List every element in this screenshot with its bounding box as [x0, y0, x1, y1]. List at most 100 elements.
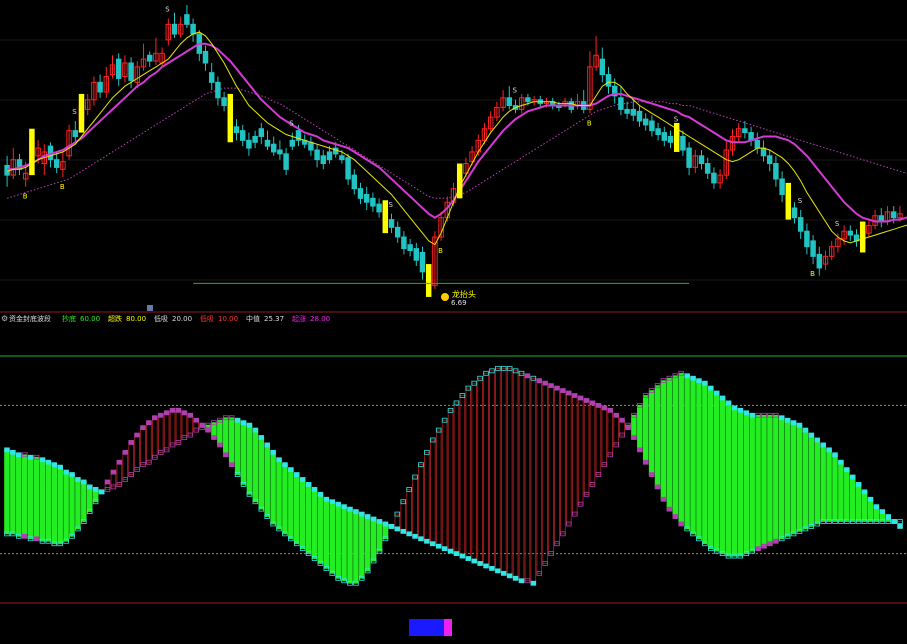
candle-body	[698, 155, 705, 165]
osc-line-marker	[193, 417, 199, 423]
osc-histogram-marker	[802, 427, 809, 433]
signal-candle	[673, 122, 680, 152]
candle-body	[171, 23, 178, 35]
osc-histogram-marker	[4, 447, 10, 453]
osc-bar	[122, 451, 129, 480]
osc-bar	[471, 382, 477, 562]
osc-bar	[554, 387, 560, 545]
osc-histogram-marker	[75, 477, 81, 482]
osc-bar	[27, 456, 34, 540]
osc-histogram-marker	[749, 412, 755, 418]
sell-marker: S	[798, 197, 803, 205]
settings-icon[interactable]: ⚙	[1, 314, 8, 323]
candle-body	[339, 155, 345, 161]
osc-bar	[495, 367, 501, 572]
osc-histogram-marker	[489, 566, 495, 571]
osc-histogram-marker	[784, 417, 791, 423]
candle-body	[233, 126, 240, 134]
osc-histogram-marker	[495, 568, 501, 574]
osc-line-marker	[223, 452, 229, 458]
time-cursor-marker[interactable]	[147, 305, 153, 311]
candle-body	[53, 159, 60, 168]
osc-bar	[335, 503, 341, 579]
osc-bar	[506, 367, 513, 577]
annotation-marker-icon	[441, 293, 449, 301]
osc-bar	[660, 380, 667, 500]
osc-line-marker	[571, 393, 578, 398]
osc-bar	[548, 385, 554, 555]
osc-bar	[601, 407, 608, 466]
osc-bar	[430, 439, 436, 545]
chart-stage: S S S S S S S S B B B B B 龙抬头 6.69 ⚙ 资金封底波段 抄底 60.00 超…	[0, 0, 907, 640]
candle-body	[649, 120, 655, 132]
osc-histogram-marker	[252, 427, 259, 433]
annotation-label: 龙抬头	[452, 289, 476, 299]
osc-histogram-marker	[69, 472, 75, 477]
candle-body	[376, 203, 382, 213]
candle-body	[246, 139, 252, 149]
candle-body	[184, 14, 190, 25]
candle-body	[202, 50, 209, 64]
candle-body	[804, 230, 810, 248]
candle-body	[661, 132, 668, 141]
indicator-label: 起涨	[292, 314, 306, 323]
annotation: 龙抬头 6.69	[441, 289, 476, 307]
indicator-name[interactable]: 资金封底波段	[9, 314, 51, 323]
candle-body	[773, 163, 779, 180]
annotation-value: 6.69	[451, 299, 467, 307]
osc-bar	[518, 372, 525, 582]
osc-histogram-marker	[778, 415, 785, 421]
candle-body	[264, 139, 271, 147]
candle-body	[239, 130, 246, 141]
osc-bar	[294, 474, 300, 545]
osc-bar	[140, 427, 146, 466]
osc-bar	[4, 449, 10, 535]
signal-candle	[227, 93, 234, 143]
osc-bar	[299, 479, 306, 550]
osc-histogram-marker	[240, 420, 247, 426]
osc-bar	[666, 377, 673, 510]
candle-body	[890, 211, 897, 219]
indicator-label: 中值	[246, 314, 260, 323]
buy-marker: B	[60, 183, 65, 191]
osc-line-marker	[660, 496, 667, 502]
osc-bar	[311, 488, 318, 559]
candle-body	[394, 226, 401, 238]
osc-bar	[725, 402, 732, 557]
osc-line-marker	[33, 536, 40, 542]
candle-body	[190, 23, 196, 35]
candle-body	[766, 155, 773, 165]
buy-marker: B	[810, 270, 815, 278]
candle-body	[605, 74, 612, 87]
osc-histogram-marker	[719, 395, 726, 401]
osc-bar	[849, 476, 856, 522]
osc-bar	[228, 417, 235, 466]
buy-marker: B	[438, 247, 443, 255]
candle-body	[314, 149, 320, 161]
osc-line-marker	[560, 388, 566, 393]
fast-ma-line	[6, 31, 907, 246]
osc-line-marker	[211, 435, 217, 440]
osc-bar	[240, 422, 247, 485]
osc-line-marker	[524, 373, 531, 379]
osc-histogram-marker	[873, 504, 880, 510]
osc-bar	[75, 479, 81, 530]
osc-bar	[684, 375, 690, 530]
osc-bar	[282, 464, 288, 535]
osc-histogram-marker	[282, 462, 288, 468]
osc-histogram-marker	[305, 482, 312, 487]
osc-histogram-marker	[388, 524, 395, 529]
osc-bar	[648, 390, 655, 475]
osc-bar	[571, 395, 578, 515]
osc-bar	[364, 516, 371, 572]
osc-bar	[844, 469, 850, 522]
osc-histogram-marker	[867, 496, 874, 502]
candle-body	[72, 130, 79, 137]
osc-line-marker	[157, 412, 164, 418]
osc-histogram-marker	[790, 420, 797, 426]
bottom-magenta-bar	[444, 619, 452, 636]
osc-histogram-marker	[86, 484, 93, 490]
osc-line-marker	[228, 462, 235, 468]
osc-bar	[447, 409, 454, 552]
osc-line-marker	[625, 425, 631, 431]
